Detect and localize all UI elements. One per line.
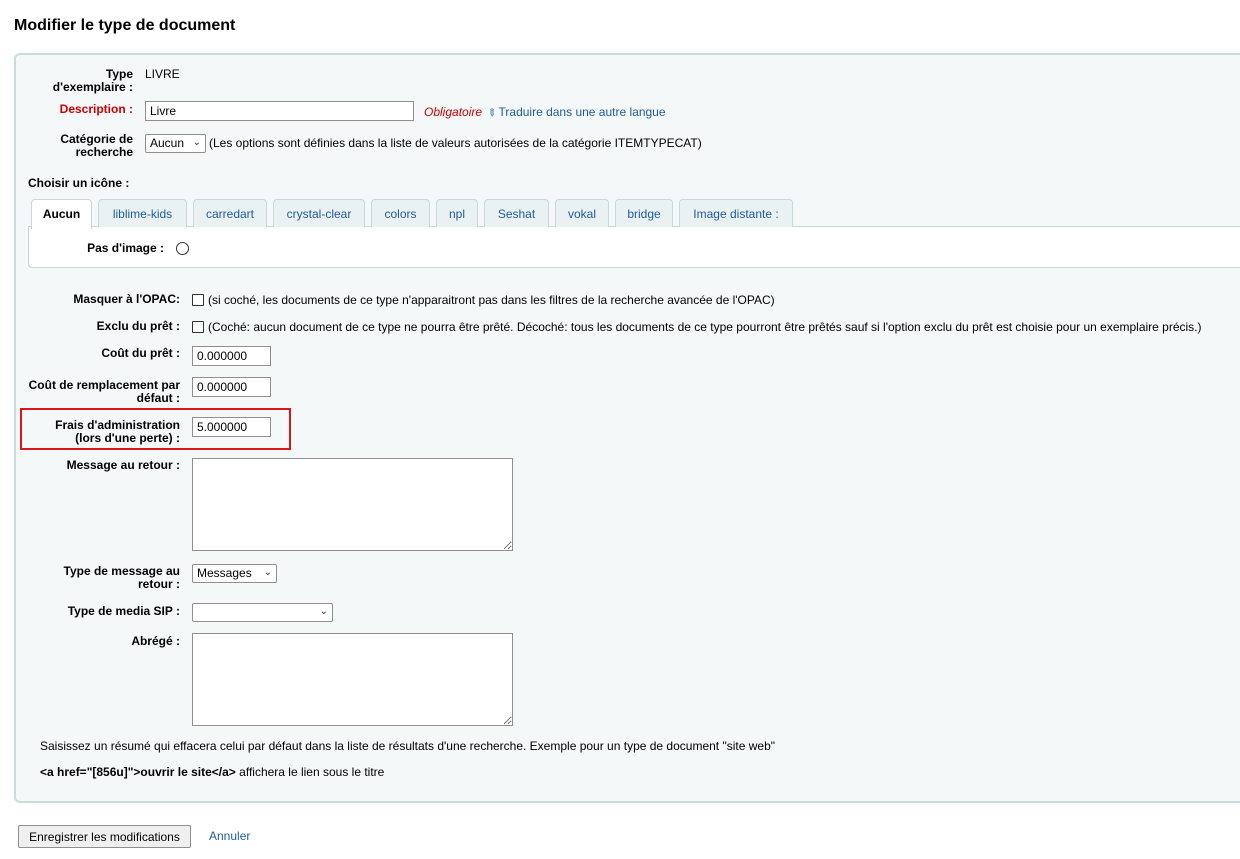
rental-charge-label: Coût du prêt :	[101, 346, 180, 360]
tab-vokal[interactable]: vokal	[555, 199, 609, 227]
checkin-message-label: Message au retour :	[66, 458, 180, 472]
tab-seshat[interactable]: Seshat	[484, 199, 549, 227]
summary-example-rest: affichera le lien sous le titre	[235, 765, 385, 779]
translate-link[interactable]: ✎ Traduire dans une autre langue	[484, 105, 666, 121]
processing-fee-label: Frais d'administration (lors d'une perte…	[55, 418, 180, 445]
processing-fee-input[interactable]	[192, 417, 271, 437]
hide-opac-checkbox[interactable]	[192, 294, 204, 306]
item-type-value: LIVRE	[145, 67, 180, 81]
summary-example: <a href="[856u]">ouvrir le site</a> affi…	[40, 765, 384, 779]
tab-panel-none	[28, 226, 1240, 268]
chevron-down-icon: ⌄	[192, 137, 201, 148]
tab-carredart[interactable]: carredart	[193, 199, 267, 227]
page-title: Modifier le type de document	[14, 17, 236, 34]
summary-example-code: <a href="[856u]">ouvrir le site</a>	[40, 765, 236, 779]
summary-label: Abrégé :	[131, 634, 180, 648]
tab-aucun[interactable]: Aucun	[31, 199, 92, 229]
hide-opac-label: Masquer à l'OPAC:	[73, 292, 180, 306]
description-label: Description :	[59, 102, 133, 116]
sip-media-type-select[interactable]: ⌄	[192, 603, 333, 622]
checkin-message-type-select[interactable]: Messages ⌄	[192, 564, 277, 583]
no-image-radio[interactable]	[176, 242, 189, 255]
summary-textarea[interactable]	[192, 633, 513, 726]
checkin-message-type-selected: Messages	[197, 566, 252, 580]
search-category-hint: (Les options sont définies dans la liste…	[209, 136, 702, 150]
checkin-message-type-label: Type de message au retour :	[63, 564, 181, 591]
tab-liblime-kids[interactable]: liblime-kids	[98, 199, 187, 227]
replacement-price-input[interactable]	[192, 377, 271, 397]
pencil-icon: ✎	[484, 106, 499, 121]
tab-colors[interactable]: colors	[371, 199, 430, 227]
translate-link-label: Traduire dans une autre langue	[498, 105, 666, 119]
sip-media-type-label: Type de media SIP :	[67, 604, 180, 618]
search-category-selected: Aucun	[150, 136, 185, 150]
tab-bridge[interactable]: bridge	[615, 199, 673, 227]
not-for-loan-hint: (Coché: aucun document de ce type ne pou…	[208, 320, 1202, 334]
item-type-label: Type d'exemplaire :	[52, 67, 133, 94]
search-category-label: Catégorie de recherche	[60, 132, 133, 159]
hide-opac-hint: (si coché, les documents de ce type n'ap…	[208, 293, 775, 307]
cancel-link[interactable]: Annuler	[209, 829, 250, 843]
not-for-loan-label: Exclu du prêt :	[96, 319, 180, 333]
search-category-select[interactable]: Aucun ⌄	[145, 134, 206, 153]
checkin-message-textarea[interactable]	[192, 458, 513, 551]
icon-chooser-label: Choisir un icône :	[28, 176, 130, 190]
tab-crystal-clear[interactable]: crystal-clear	[273, 199, 365, 227]
required-note: Obligatoire	[424, 105, 483, 119]
save-button[interactable]: Enregistrer les modifications	[18, 825, 191, 848]
not-for-loan-checkbox[interactable]	[192, 321, 204, 333]
replacement-price-label: Coût de remplacement par défaut :	[28, 378, 180, 405]
tab-remote-image[interactable]: Image distante :	[679, 199, 793, 227]
chevron-down-icon: ⌄	[319, 606, 328, 617]
rental-charge-input[interactable]	[192, 346, 271, 366]
tab-npl[interactable]: npl	[436, 199, 478, 227]
chevron-down-icon: ⌄	[263, 567, 272, 578]
summary-help: Saisissez un résumé qui effacera celui p…	[40, 739, 776, 753]
description-input[interactable]	[145, 101, 414, 121]
no-image-label: Pas d'image :	[87, 241, 164, 255]
